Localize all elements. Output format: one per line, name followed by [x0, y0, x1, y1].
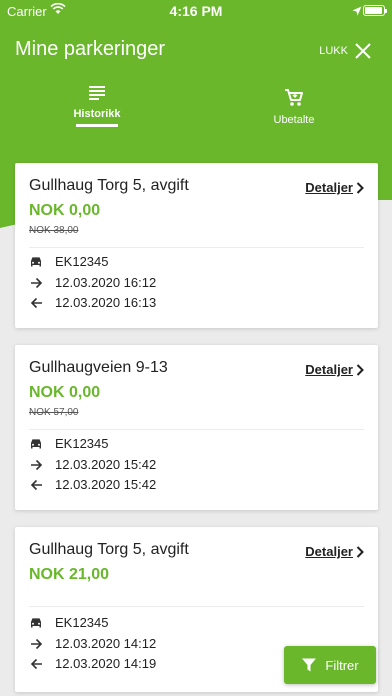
details-link[interactable]: Detaljer: [305, 362, 364, 377]
tab-ubetalte[interactable]: Ubetalte: [254, 88, 334, 126]
start-row: 12.03.2020 15:42: [29, 457, 156, 472]
arrow-right-icon: [29, 458, 43, 472]
details-link[interactable]: Detaljer: [305, 180, 364, 195]
divider: [29, 429, 364, 430]
license-plate: EK12345: [55, 254, 109, 269]
original-price: NOK 38,00: [29, 225, 79, 236]
license-plate: EK12345: [55, 615, 109, 630]
card-title: Gullhaug Torg 5, avgift: [29, 177, 189, 194]
details-link[interactable]: Detaljer: [305, 544, 364, 559]
divider: [29, 247, 364, 248]
chevron-right-icon: [356, 545, 364, 558]
list-icon: [89, 86, 105, 100]
chevron-right-icon: [356, 363, 364, 376]
start-row: 12.03.2020 14:12: [29, 636, 156, 651]
license-plate: EK12345: [55, 436, 109, 451]
active-tab-indicator: [76, 124, 118, 127]
details-label: Detaljer: [305, 544, 353, 559]
details-label: Detaljer: [305, 362, 353, 377]
filter-icon: [302, 658, 317, 672]
start-time: 12.03.2020 16:12: [55, 275, 157, 290]
details-label: Detaljer: [305, 180, 353, 195]
end-time: 12.03.2020 16:13: [55, 295, 157, 310]
page-title: Mine parkeringer: [15, 38, 166, 60]
tab-historikk[interactable]: Historikk: [57, 84, 137, 127]
tab-label: Historikk: [73, 108, 121, 120]
plate-row: EK12345: [29, 254, 109, 269]
arrow-left-icon: [29, 296, 43, 310]
location-icon: [352, 4, 362, 19]
parking-card[interactable]: Gullhaugveien 9-13 Detaljer NOK 0,00 NOK…: [15, 345, 378, 510]
car-icon: [29, 616, 43, 630]
start-time: 12.03.2020 14:12: [55, 636, 157, 651]
end-row: 12.03.2020 16:13: [29, 295, 156, 310]
end-time: 12.03.2020 14:19: [55, 656, 157, 671]
plate-row: EK12345: [29, 615, 109, 630]
arrow-left-icon: [29, 478, 43, 492]
arrow-right-icon: [29, 637, 43, 651]
filter-button[interactable]: Filtrer: [284, 646, 376, 684]
arrow-left-icon: [29, 657, 43, 671]
tab-label: Ubetalte: [273, 114, 315, 126]
price: NOK 0,00: [29, 384, 101, 401]
start-time: 12.03.2020 15:42: [55, 457, 157, 472]
plate-row: EK12345: [29, 436, 109, 451]
arrow-right-icon: [29, 276, 43, 290]
battery-icon: [363, 5, 387, 16]
parking-card[interactable]: Gullhaug Torg 5, avgift Detaljer NOK 0,0…: [15, 163, 378, 328]
start-row: 12.03.2020 16:12: [29, 275, 156, 290]
card-title: Gullhaug Torg 5, avgift: [29, 541, 189, 558]
close-button[interactable]: LUKK: [319, 42, 372, 60]
status-bar: Carrier 4:16 PM: [0, 0, 392, 22]
filter-label: Filtrer: [325, 657, 359, 673]
close-icon: [355, 43, 371, 59]
chevron-right-icon: [356, 181, 364, 194]
original-price: NOK 57,00: [29, 407, 79, 418]
price: NOK 21,00: [29, 566, 110, 583]
divider: [29, 606, 364, 607]
end-row: 12.03.2020 15:42: [29, 477, 156, 492]
cart-icon: [285, 89, 303, 106]
end-time: 12.03.2020 15:42: [55, 477, 157, 492]
clock: 4:16 PM: [169, 3, 223, 19]
car-icon: [29, 255, 43, 269]
end-row: 12.03.2020 14:19: [29, 656, 156, 671]
card-title: Gullhaugveien 9-13: [29, 359, 168, 376]
car-icon: [29, 437, 43, 451]
close-label: LUKK: [319, 45, 348, 57]
price: NOK 0,00: [29, 202, 101, 219]
